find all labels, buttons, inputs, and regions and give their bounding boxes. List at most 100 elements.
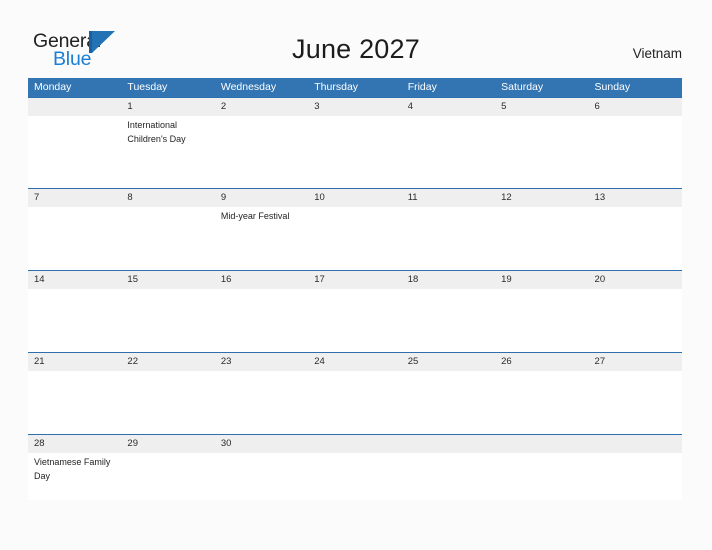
day-number[interactable]: 24 [308,353,401,371]
week-body [28,289,682,352]
day-number[interactable]: 16 [215,271,308,289]
day-cell[interactable] [28,116,121,188]
day-cell[interactable] [28,289,121,352]
day-number[interactable] [28,98,121,116]
weekday-header-sunday: Sunday [594,81,631,93]
day-event-text: Vietnamese Family Day [34,457,111,481]
day-cell[interactable] [215,289,308,352]
day-number[interactable]: 11 [402,189,495,207]
day-cell[interactable] [589,289,682,352]
day-cell[interactable] [402,116,495,188]
day-cell[interactable] [308,371,401,434]
day-event-text: International Children's Day [127,120,186,144]
day-cell[interactable] [589,116,682,188]
day-cell[interactable] [121,207,214,270]
day-cell[interactable]: International Children's Day [121,116,214,188]
day-cell[interactable] [495,453,588,500]
day-number[interactable]: 22 [121,353,214,371]
day-number[interactable] [495,435,588,453]
day-number[interactable] [308,435,401,453]
day-number[interactable]: 18 [402,271,495,289]
page-title: June 2027 [292,34,420,64]
week-date-band: 7 8 9 10 11 12 13 [28,189,682,207]
day-number[interactable]: 23 [215,353,308,371]
day-cell[interactable] [589,207,682,270]
week-date-band: 14 15 16 17 18 19 20 [28,271,682,289]
page-header: General Blue June 2027 Vietnam [0,0,712,78]
week-body: Mid-year Festival [28,207,682,270]
weekday-header-tuesday: Tuesday [127,81,168,93]
day-number[interactable]: 26 [495,353,588,371]
day-number[interactable]: 12 [495,189,588,207]
weekday-header-thursday: Thursday [314,81,359,93]
day-cell[interactable]: Mid-year Festival [215,207,308,270]
day-cell[interactable] [121,289,214,352]
day-cell[interactable]: Vietnamese Family Day [28,453,121,500]
day-number[interactable]: 21 [28,353,121,371]
week-date-band: 21 22 23 24 25 26 27 [28,353,682,371]
day-number[interactable]: 10 [308,189,401,207]
week-body: Vietnamese Family Day [28,453,682,500]
country-label: Vietnam [632,46,682,61]
calendar-week-row: 14 15 16 17 18 19 20 [28,270,682,352]
week-date-band: 28 29 30 [28,435,682,453]
day-cell[interactable] [589,453,682,500]
day-number[interactable] [402,435,495,453]
day-cell[interactable] [402,371,495,434]
day-number[interactable]: 19 [495,271,588,289]
day-cell[interactable] [589,371,682,434]
day-number[interactable]: 6 [589,98,682,116]
day-number[interactable]: 15 [121,271,214,289]
weekday-header-saturday: Saturday [501,81,544,93]
calendar-week-row: 21 22 23 24 25 26 27 [28,352,682,434]
week-body: International Children's Day [28,116,682,188]
week-body [28,371,682,434]
day-cell[interactable] [215,453,308,500]
day-number[interactable]: 27 [589,353,682,371]
day-number[interactable]: 3 [308,98,401,116]
day-cell[interactable] [28,207,121,270]
day-number[interactable]: 25 [402,353,495,371]
weekday-header-friday: Friday [407,81,437,93]
day-cell[interactable] [121,371,214,434]
day-number[interactable]: 9 [215,189,308,207]
day-cell[interactable] [495,371,588,434]
day-cell[interactable] [308,289,401,352]
day-cell[interactable] [28,371,121,434]
calendar-week-row: 1 2 3 4 5 6 International Children's Day [28,97,682,188]
day-cell[interactable] [215,371,308,434]
day-number[interactable]: 8 [121,189,214,207]
day-cell[interactable] [121,453,214,500]
day-number[interactable]: 17 [308,271,401,289]
day-number[interactable]: 1 [121,98,214,116]
day-number[interactable]: 4 [402,98,495,116]
calendar-week-row: 7 8 9 10 11 12 13 Mid-year Festival [28,188,682,270]
day-cell[interactable] [308,207,401,270]
calendar-week-row: 28 29 30 Vietnamese Family Day [28,434,682,500]
day-cell[interactable] [308,453,401,500]
day-number[interactable]: 30 [215,435,308,453]
calendar-grid: Monday Tuesday Wednesday Thursday Friday… [28,78,682,500]
day-cell[interactable] [308,116,401,188]
day-number[interactable]: 2 [215,98,308,116]
day-number[interactable]: 14 [28,271,121,289]
day-number[interactable] [589,435,682,453]
day-cell[interactable] [215,116,308,188]
day-number[interactable]: 13 [589,189,682,207]
day-cell[interactable] [495,116,588,188]
weekday-header-wednesday: Wednesday [220,81,277,93]
day-number[interactable]: 28 [28,435,121,453]
day-cell[interactable] [495,289,588,352]
day-number[interactable]: 20 [589,271,682,289]
day-cell[interactable] [402,207,495,270]
day-number[interactable]: 7 [28,189,121,207]
weekday-header-row: Monday Tuesday Wednesday Thursday Friday… [28,78,682,97]
weekday-header-monday: Monday [34,81,72,93]
week-date-band: 1 2 3 4 5 6 [28,98,682,116]
day-cell[interactable] [402,289,495,352]
day-number[interactable]: 5 [495,98,588,116]
day-cell[interactable] [402,453,495,500]
day-number[interactable]: 29 [121,435,214,453]
day-cell[interactable] [495,207,588,270]
day-event-text: Mid-year Festival [220,211,290,221]
